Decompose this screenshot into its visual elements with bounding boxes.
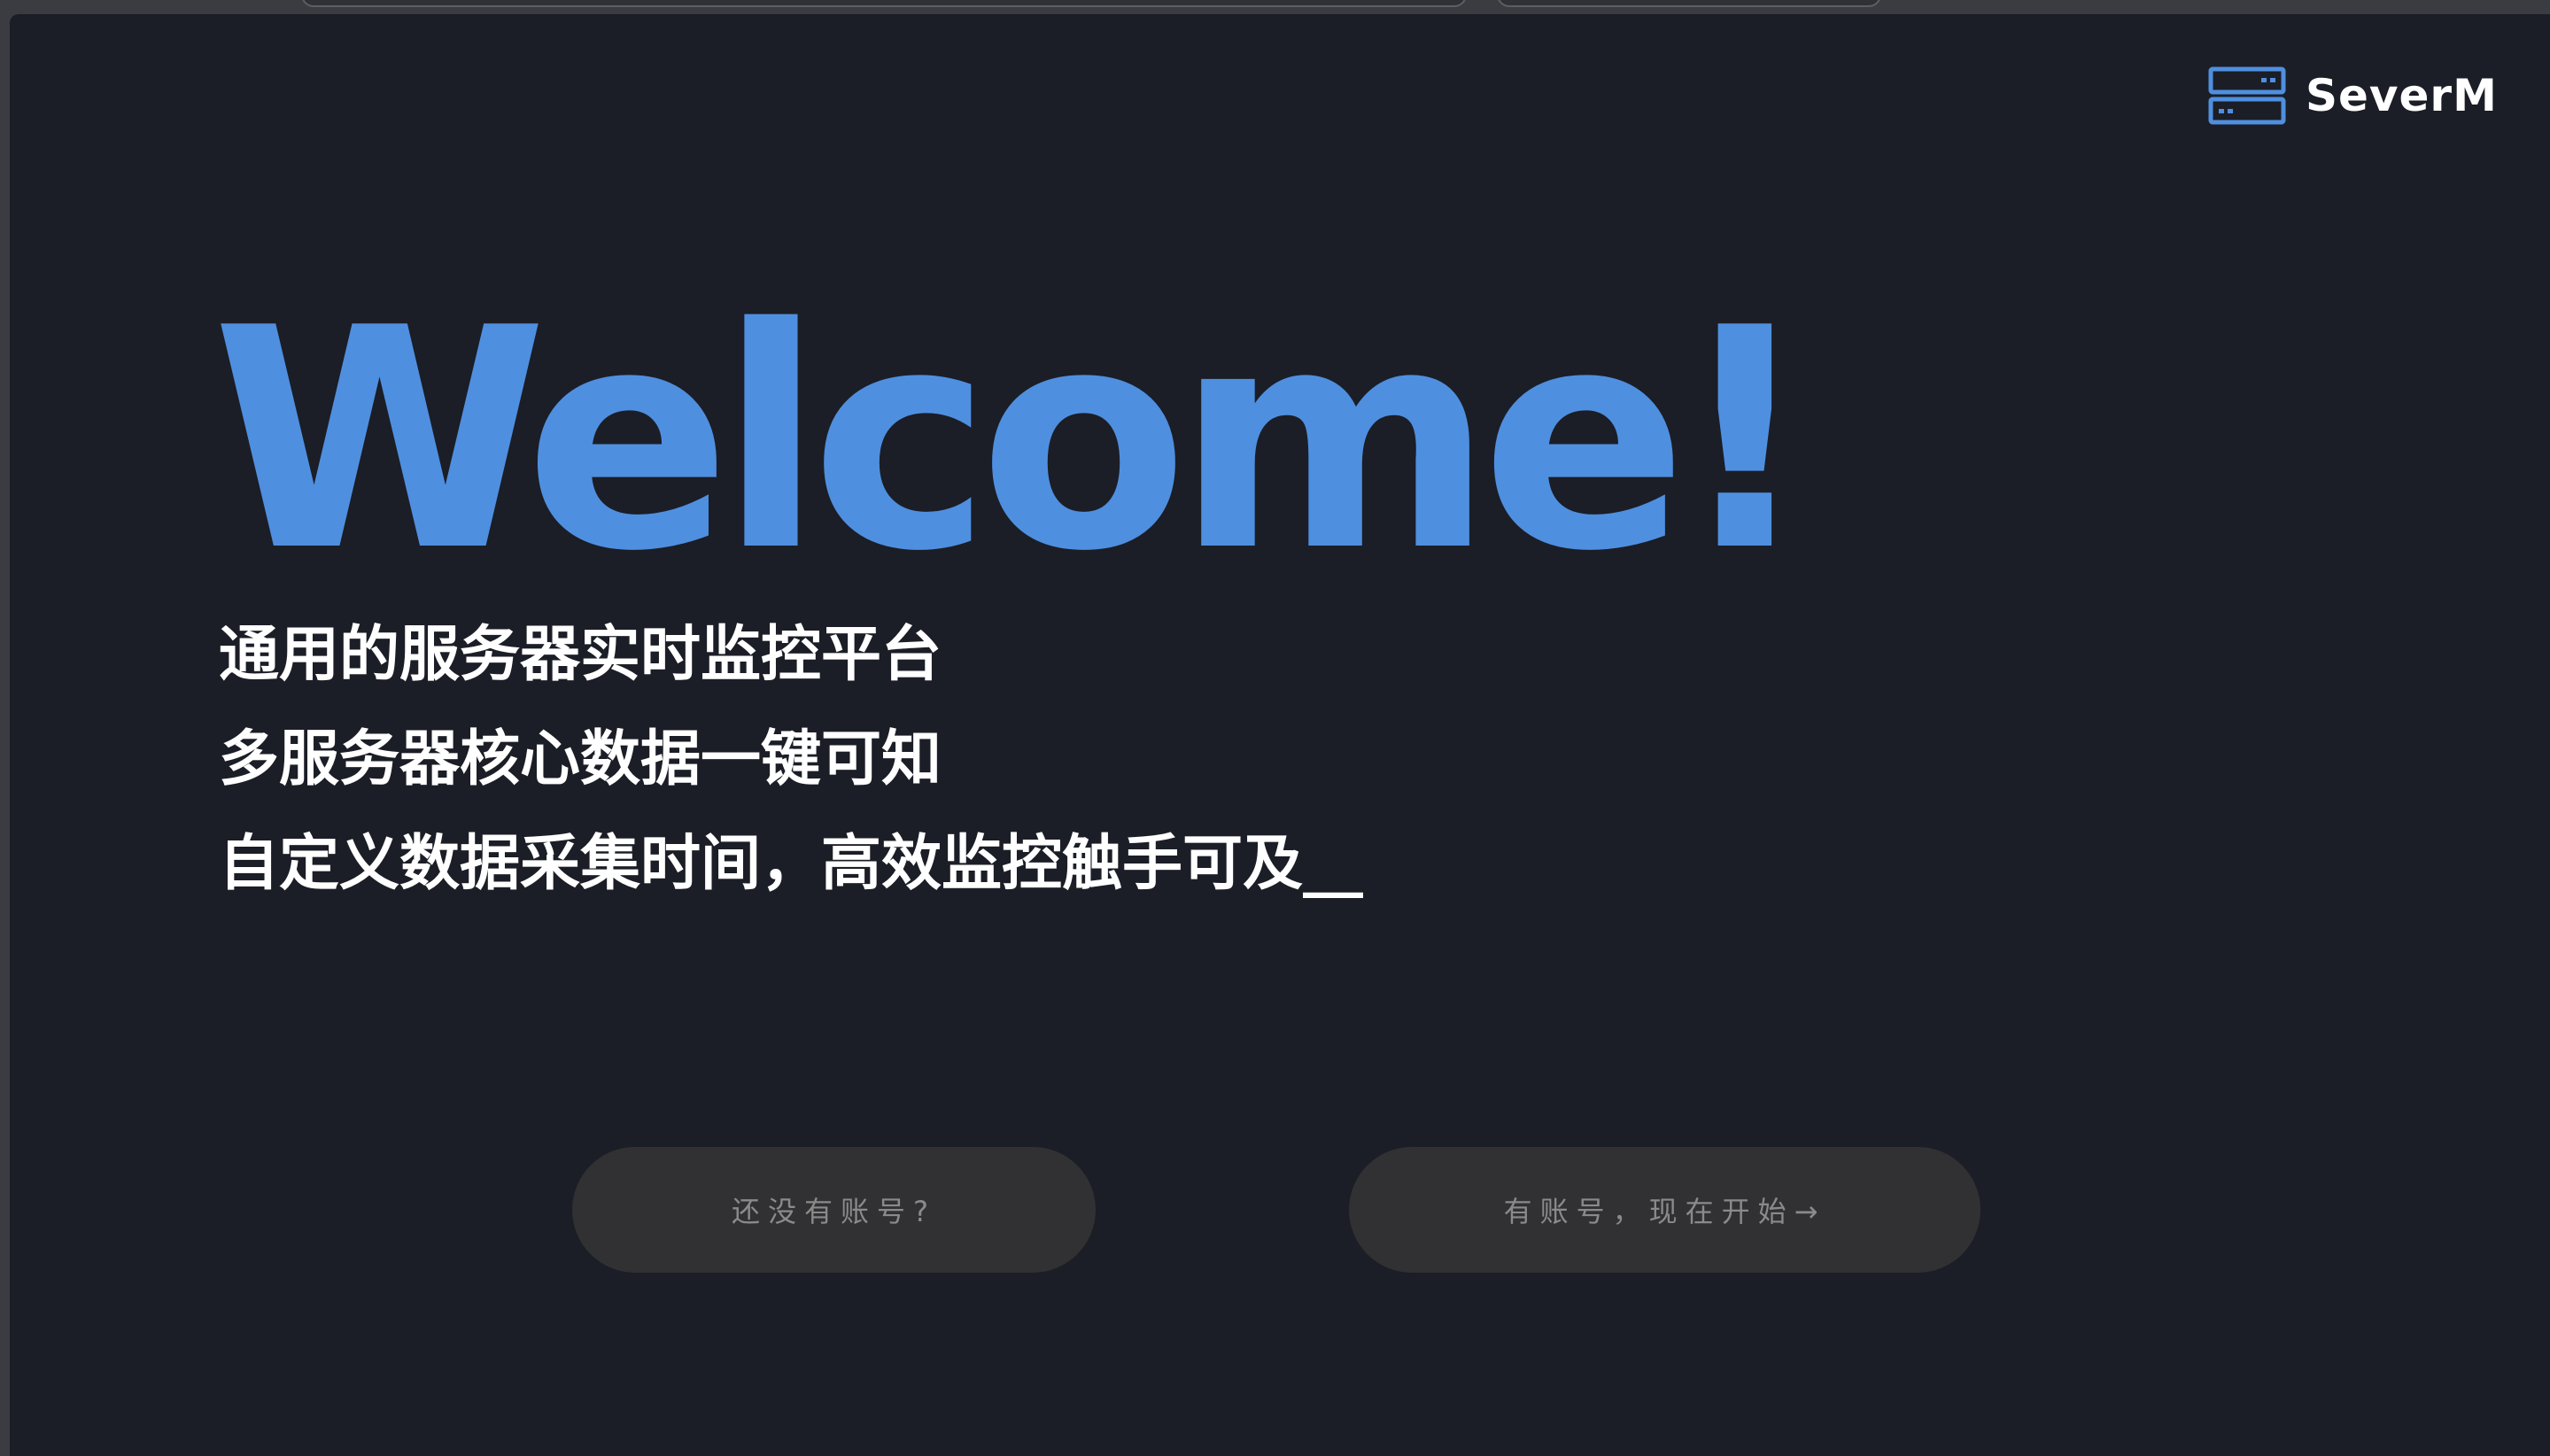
login-start-button[interactable]: 有账号，现在开始→ [1349, 1147, 1980, 1273]
welcome-title: Welcome! [212, 264, 1814, 618]
welcome-page: SeverM Welcome! 通用的服务器实时监控平台 多服务器核心数据一键可… [10, 14, 2550, 1456]
browser-chrome-strip [0, 0, 2550, 14]
server-icon [2208, 66, 2286, 125]
brand-logo[interactable]: SeverM [2208, 58, 2498, 133]
brand-name: SeverM [2306, 70, 2498, 121]
browser-address-bar[interactable] [301, 0, 1467, 7]
tagline-line-3: 自定义数据采集时间，高效监控触手可及__ [219, 829, 1364, 899]
browser-toolbar-pill[interactable] [1497, 0, 1881, 7]
register-button[interactable]: 还没有账号? [572, 1147, 1096, 1273]
tagline-line-1: 通用的服务器实时监控平台 [219, 620, 942, 690]
tagline-line-2: 多服务器核心数据一键可知 [219, 724, 942, 794]
tagline-list: 通用的服务器实时监控平台 多服务器核心数据一键可知 自定义数据采集时间，高效监控… [219, 603, 1363, 917]
